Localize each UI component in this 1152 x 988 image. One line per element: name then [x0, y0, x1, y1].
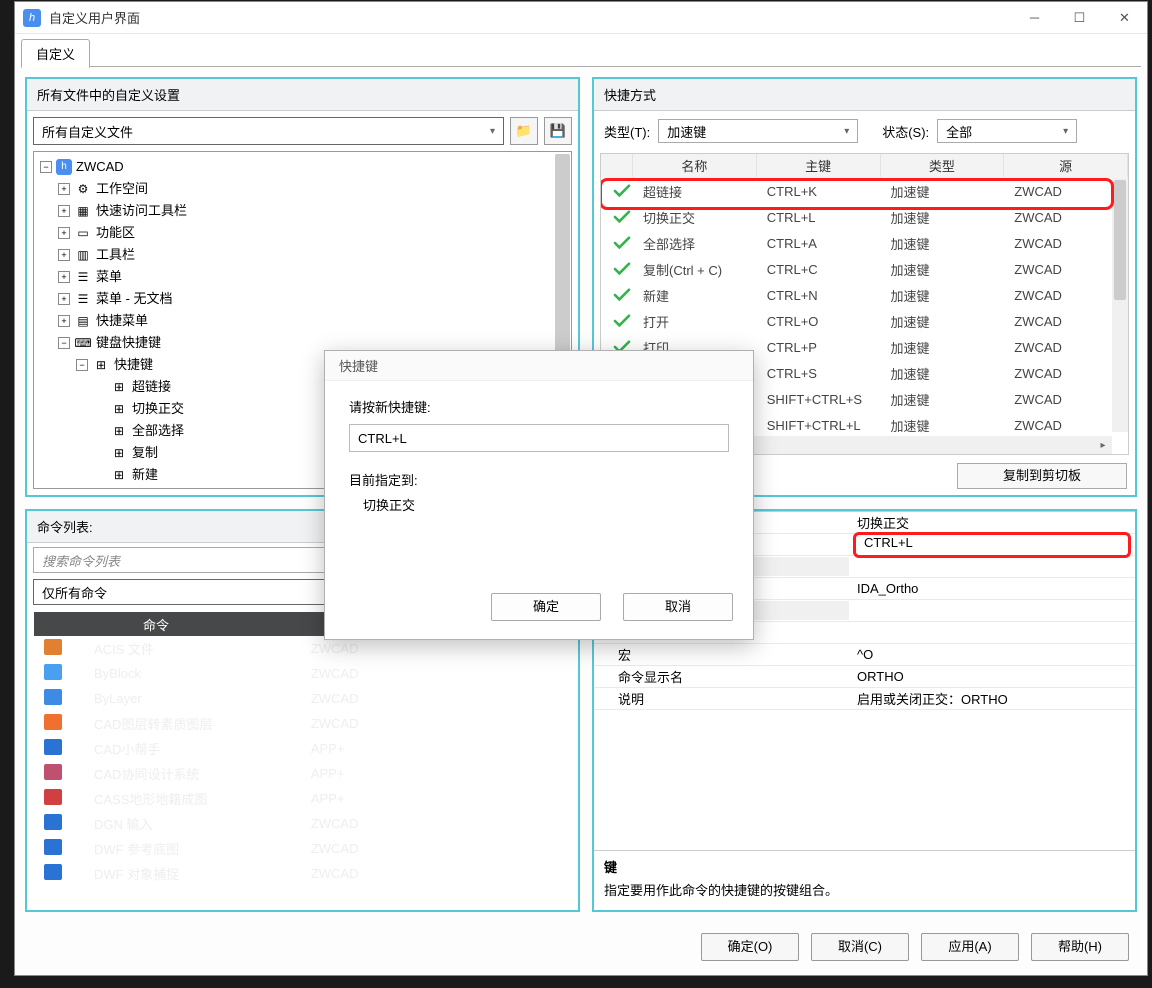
- chevron-down-icon: ▾: [1063, 126, 1068, 137]
- shortcut-input[interactable]: CTRL+L: [349, 424, 729, 452]
- grid-header-source[interactable]: 源: [1004, 154, 1128, 177]
- tree-node[interactable]: +▦快速访问工具栏: [36, 200, 569, 222]
- command-row[interactable]: CASS地形地籍成图APP+: [34, 786, 571, 811]
- dialog-ok-button[interactable]: 确定: [491, 593, 601, 621]
- cancel-button[interactable]: 取消(C): [811, 933, 909, 961]
- minimize-button[interactable]: ─: [1012, 3, 1057, 33]
- assigned-label: 目前指定到:: [349, 470, 729, 489]
- check-icon: [613, 314, 631, 328]
- apply-button[interactable]: 应用(A): [921, 933, 1019, 961]
- grid-header-name[interactable]: 名称: [633, 154, 757, 177]
- tree-node[interactable]: +工作空间: [36, 178, 569, 200]
- assigned-value: 切换正交: [349, 495, 729, 514]
- dialog-title: 快捷键: [325, 351, 753, 381]
- prop-label: 说明: [594, 689, 849, 708]
- state-combo[interactable]: 全部▾: [937, 119, 1077, 143]
- gear-icon: [74, 181, 92, 197]
- app-icon: h: [56, 159, 72, 175]
- grid-row[interactable]: 切换正交CTRL+L加速键ZWCAD: [601, 204, 1128, 230]
- menu-icon: ☰: [74, 291, 92, 307]
- key-icon: ⊞: [110, 445, 128, 461]
- property-description: 键 指定要用作此命令的快捷键的按键组合。: [594, 850, 1135, 910]
- maximize-button[interactable]: ☐: [1057, 3, 1102, 33]
- close-button[interactable]: ✕: [1102, 3, 1147, 33]
- prop-key-value[interactable]: CTRL+L: [853, 532, 1131, 558]
- menu-icon: ☰: [74, 269, 92, 285]
- check-icon: [613, 262, 631, 276]
- open-folder-button[interactable]: 📁: [510, 117, 538, 145]
- save-button[interactable]: 💾: [544, 117, 572, 145]
- chevron-down-icon: ▾: [844, 126, 849, 137]
- folder-icon: 📁: [516, 123, 532, 139]
- copy-to-clipboard-button[interactable]: 复制到剪切板: [957, 463, 1127, 489]
- key-icon: ⊞: [92, 357, 110, 373]
- tree-node[interactable]: +▭功能区: [36, 222, 569, 244]
- cmd-header-cmd[interactable]: 命令: [34, 612, 278, 636]
- grid-header-key[interactable]: 主键: [757, 154, 881, 177]
- state-label: 状态(S):: [882, 122, 929, 141]
- command-row[interactable]: DWF 参考底图ZWCAD: [34, 836, 571, 861]
- grid-row[interactable]: 新建CTRL+N加速键ZWCAD: [601, 282, 1128, 308]
- check-icon: [613, 210, 631, 224]
- tree-node[interactable]: +☰菜单 - 无文档: [36, 288, 569, 310]
- customize-file-combo[interactable]: 所有自定义文件 ▾: [33, 117, 504, 145]
- scroll-right-icon[interactable]: ▸: [1096, 438, 1110, 452]
- grid-row[interactable]: 全部选择CTRL+A加速键ZWCAD: [601, 230, 1128, 256]
- key-icon: ⊞: [110, 467, 128, 483]
- app-icon: h: [23, 9, 41, 27]
- grid-row[interactable]: 复制(Ctrl + C)CTRL+C加速键ZWCAD: [601, 256, 1128, 282]
- grid-scrollbar-v[interactable]: [1112, 178, 1128, 432]
- save-icon: 💾: [550, 123, 566, 139]
- dialog-cancel-button[interactable]: 取消: [623, 593, 733, 621]
- command-row[interactable]: CAD协同设计系统APP+: [34, 761, 571, 786]
- menu-icon: ▤: [74, 313, 92, 329]
- help-button[interactable]: 帮助(H): [1031, 933, 1129, 961]
- key-icon: ⊞: [110, 401, 128, 417]
- tabstrip: 自定义: [15, 34, 1147, 67]
- titlebar: h 自定义用户界面 ─ ☐ ✕: [15, 2, 1147, 34]
- tree-scrollbar[interactable]: [555, 154, 570, 354]
- prop-label: 宏: [594, 645, 849, 664]
- panel-title: 所有文件中的自定义设置: [27, 79, 578, 111]
- toolbar-icon: ▦: [74, 203, 92, 219]
- toolbar-icon: ▥: [74, 247, 92, 263]
- tree-node[interactable]: +▤快捷菜单: [36, 310, 569, 332]
- ok-button[interactable]: 确定(O): [701, 933, 799, 961]
- command-row[interactable]: CAD小帮手APP+: [34, 736, 571, 761]
- keyboard-icon: ⌨: [74, 335, 92, 351]
- panel-title: 快捷方式: [594, 79, 1135, 111]
- tree-node-root[interactable]: −hZWCAD: [36, 156, 569, 178]
- shortcut-key-dialog: 快捷键 请按新快捷键: CTRL+L 目前指定到: 切换正交 确定 取消: [324, 350, 754, 640]
- tree-node[interactable]: +☰菜单: [36, 266, 569, 288]
- key-icon: ⊞: [110, 423, 128, 439]
- command-row[interactable]: ByBlockZWCAD: [34, 661, 571, 686]
- command-row[interactable]: DWF 对象捕捉ZWCAD: [34, 861, 571, 886]
- command-row[interactable]: ByLayerZWCAD: [34, 686, 571, 711]
- command-row[interactable]: CAD图层转素质图层ZWCAD: [34, 711, 571, 736]
- check-icon: [613, 236, 631, 250]
- ribbon-icon: ▭: [74, 225, 92, 241]
- prompt-label: 请按新快捷键:: [349, 397, 729, 416]
- grid-header-type[interactable]: 类型: [881, 154, 1005, 177]
- tree-node[interactable]: +▥工具栏: [36, 244, 569, 266]
- grid-row[interactable]: 打开CTRL+O加速键ZWCAD: [601, 308, 1128, 334]
- tab-customize[interactable]: 自定义: [21, 39, 90, 68]
- grid-row[interactable]: 超链接CTRL+K加速键ZWCAD: [601, 178, 1128, 204]
- type-combo[interactable]: 加速键▾: [658, 119, 858, 143]
- command-row[interactable]: DGN 输入ZWCAD: [34, 811, 571, 836]
- chevron-down-icon: ▾: [490, 126, 495, 137]
- window-title: 自定义用户界面: [49, 8, 1012, 27]
- type-label: 类型(T):: [604, 122, 650, 141]
- check-icon: [613, 184, 631, 198]
- grid-header-check[interactable]: [601, 154, 633, 177]
- key-icon: ⊞: [110, 379, 128, 395]
- check-icon: [613, 288, 631, 302]
- prop-label: 命令显示名: [594, 667, 849, 686]
